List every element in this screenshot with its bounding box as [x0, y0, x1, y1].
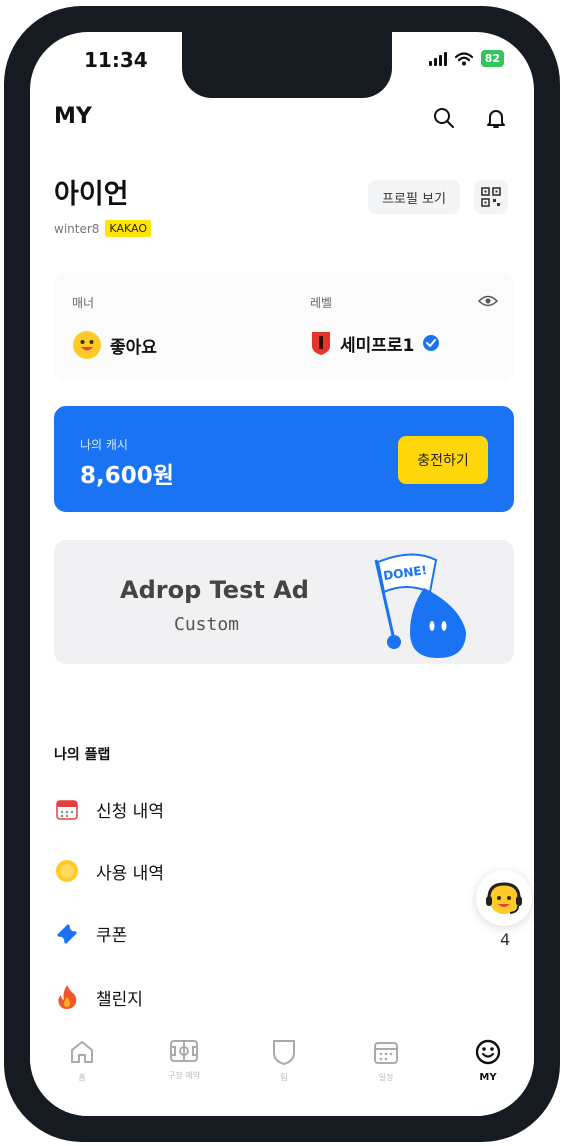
profile-name: 아이언 [54, 179, 129, 210]
menu-item-label: 신청 내역 [96, 801, 164, 822]
menu-item-label: 챌린지 [96, 989, 143, 1010]
manner-value: 좋아요 [110, 337, 157, 358]
eye-icon[interactable] [478, 294, 498, 308]
page-title: MY [54, 104, 92, 129]
status-icons: 82 [428, 50, 504, 67]
stats-card: 매너 좋아요 레벨 세미프로1 [54, 272, 514, 380]
menu-item-label: 사용 내역 [96, 863, 164, 884]
ad-banner[interactable]: Adrop Test Ad Custom DONE! [54, 540, 514, 664]
status-time: 11:34 [84, 48, 148, 72]
tab-label: 팀 [280, 1073, 288, 1082]
menu-item-usage[interactable]: 사용 내역 [54, 858, 164, 884]
bottom-tab-bar: 홈 구장 예약 팀 일정 MY [30, 1026, 534, 1116]
notch [182, 32, 392, 98]
level-value-row: 세미프로1 [310, 330, 440, 356]
cash-card: 나의 캐시 8,600원 충전하기 [54, 406, 514, 512]
field-icon [170, 1040, 198, 1062]
qr-code-icon [481, 187, 501, 207]
menu-item-coupons[interactable]: 쿠폰 [54, 920, 127, 946]
tab-label: 구장 예약 [168, 1071, 200, 1080]
menu-item-challenge[interactable]: 챌린지 [54, 984, 143, 1010]
cash-amount: 8,600원 [80, 463, 174, 489]
search-icon[interactable] [432, 106, 456, 130]
ad-title: Adrop Test Ad [120, 576, 309, 604]
calendar-icon [374, 1042, 398, 1064]
level-label: 레벨 [310, 296, 333, 310]
signal-icon [428, 51, 447, 66]
battery-indicator: 82 [480, 50, 504, 67]
happy-face-icon [73, 331, 101, 359]
ticket-icon [54, 920, 80, 946]
view-profile-button[interactable]: 프로필 보기 [368, 180, 460, 214]
qr-code-button[interactable] [474, 180, 508, 214]
menu-item-label: 쿠폰 [96, 925, 128, 946]
manner-value-row: 좋아요 [72, 330, 157, 360]
fire-icon [54, 984, 80, 1010]
calendar-icon [54, 796, 80, 822]
tab-my[interactable]: MY [448, 1038, 528, 1083]
verified-icon [423, 335, 440, 351]
tab-team[interactable]: 팀 [244, 1038, 324, 1083]
username: winter8 [54, 221, 100, 236]
provider-badge: KAKAO [105, 220, 151, 237]
cash-label: 나의 캐시 [80, 438, 128, 452]
menu-item-applications[interactable]: 신청 내역 [54, 796, 164, 822]
section-title-my-plab: 나의 플랩 [54, 747, 111, 763]
profile-subline: winter8 KAKAO [54, 220, 151, 237]
support-chat-button[interactable] [476, 870, 532, 926]
charge-button[interactable]: 충전하기 [398, 436, 488, 484]
tab-label: MY [479, 1072, 497, 1083]
shield-icon [273, 1040, 295, 1065]
home-icon [71, 1041, 93, 1063]
level-badge-icon [312, 332, 330, 355]
ad-subtitle: Custom [174, 614, 240, 635]
tab-label: 홈 [78, 1073, 86, 1082]
level-value: 세미프로1 [340, 335, 415, 356]
coin-icon [54, 858, 80, 884]
tab-home[interactable]: 홈 [42, 1038, 122, 1083]
manner-label: 매너 [72, 296, 95, 310]
phone-frame: 11:34 82 MY 아이언 winter8 KAKAO 프로필 보기 매너 … [4, 6, 560, 1142]
support-agent-icon [486, 882, 522, 914]
wifi-icon [454, 51, 473, 65]
bell-icon[interactable] [484, 106, 508, 130]
support-count: 4 [500, 930, 511, 949]
screen: 11:34 82 MY 아이언 winter8 KAKAO 프로필 보기 매너 … [30, 32, 534, 1116]
mascot-flag-illustration: DONE! [374, 553, 466, 658]
tab-field-booking[interactable]: 구장 예약 [144, 1038, 224, 1081]
smile-icon [475, 1039, 501, 1065]
tab-schedule[interactable]: 일정 [346, 1038, 426, 1083]
tab-label: 일정 [378, 1073, 394, 1082]
